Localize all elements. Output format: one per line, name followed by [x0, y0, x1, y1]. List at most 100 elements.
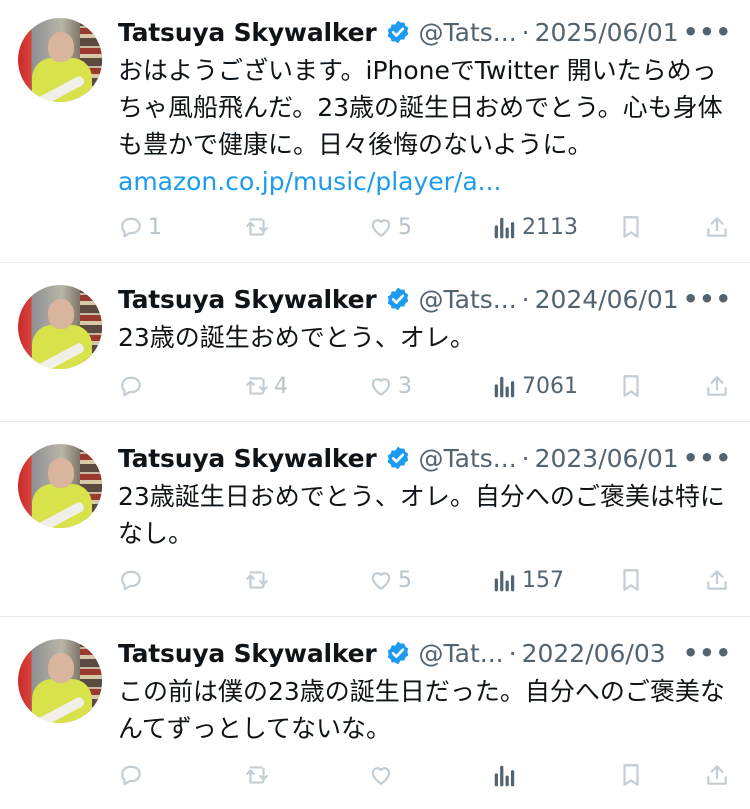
verified-badge-icon	[387, 641, 408, 665]
views-icon	[494, 765, 515, 787]
retweet-icon	[246, 377, 268, 395]
author-name[interactable]: Tatsuya Skywalker	[118, 444, 377, 473]
tweet-date[interactable]: 2023/06/01	[535, 444, 679, 473]
views-count: 7061	[522, 373, 578, 399]
bookmark-icon	[623, 764, 639, 786]
like-count: 5	[398, 567, 412, 593]
bookmark-icon	[623, 375, 639, 397]
bookmark-button[interactable]	[618, 212, 644, 242]
avatar[interactable]	[18, 18, 102, 102]
retweet-count: 4	[274, 373, 288, 399]
reply-count: 1	[148, 214, 162, 240]
tweet-header: Tatsuya Skywalker @Tats... · 2023/06/01 …	[118, 440, 732, 476]
avatar-head	[48, 458, 74, 488]
reply-button[interactable]	[118, 760, 148, 790]
like-button[interactable]: 5	[368, 212, 412, 242]
reply-icon	[121, 217, 141, 238]
like-count: 3	[398, 373, 412, 399]
tweet[interactable]: Tatsuya Skywalker @Tats... · 2024/06/01 …	[0, 263, 750, 421]
tweet-text-block: 23歳の誕生おめでとう、オレ。	[118, 319, 734, 356]
tweet-actions: 4 3 7061	[118, 371, 732, 401]
tweet-text: おはようございます。iPhoneでTwitter 開いたらめっちゃ風船飛んだ。2…	[118, 56, 723, 159]
more-icon[interactable]: •••	[683, 287, 732, 311]
retweet-button[interactable]	[244, 212, 274, 242]
tweet[interactable]: Tatsuya Skywalker @Tats... · 2023/06/01 …	[0, 422, 750, 616]
reply-icon	[121, 570, 141, 591]
share-button[interactable]	[704, 565, 730, 595]
reply-button[interactable]: 1	[118, 212, 162, 242]
more-icon[interactable]: •••	[683, 20, 732, 44]
heart-icon	[371, 219, 391, 237]
author-handle[interactable]: @Tats...	[419, 444, 517, 473]
retweet-icon	[246, 571, 268, 589]
author-handle[interactable]: @Tat...	[419, 639, 504, 668]
views-button[interactable]: 7061	[492, 371, 578, 401]
bookmark-button[interactable]	[618, 565, 644, 595]
views-count: 2113	[522, 214, 578, 240]
tweet-header: Tatsuya Skywalker @Tats... · 2024/06/01 …	[118, 281, 732, 317]
like-button[interactable]: 3	[368, 371, 412, 401]
verified-badge-icon	[387, 446, 408, 470]
reply-button[interactable]	[118, 565, 148, 595]
retweet-button[interactable]	[244, 565, 274, 595]
reply-icon	[121, 765, 141, 786]
views-icon	[494, 376, 515, 398]
verified-badge-icon	[387, 287, 408, 311]
bookmark-icon	[623, 216, 639, 238]
tweet-date[interactable]: 2025/06/01	[535, 18, 679, 47]
like-button[interactable]: 5	[368, 565, 412, 595]
share-button[interactable]	[704, 212, 730, 242]
tweet-actions: 1 5 2113	[118, 212, 732, 242]
share-button[interactable]	[704, 371, 730, 401]
share-icon	[707, 376, 727, 396]
retweet-button[interactable]	[244, 760, 274, 790]
avatar-head	[48, 299, 74, 329]
like-count: 5	[398, 214, 412, 240]
retweet-icon	[246, 218, 268, 236]
views-button[interactable]: 157	[492, 565, 564, 595]
tweet-text: 23歳の誕生おめでとう、オレ。	[118, 323, 475, 352]
reply-icon	[121, 376, 141, 397]
views-icon	[494, 217, 515, 239]
views-icon	[494, 570, 515, 592]
tweet-text-block: 23歳誕生日おめでとう、オレ。自分へのご褒美は特になし。	[118, 478, 734, 552]
views-button[interactable]: 2113	[492, 212, 578, 242]
tweet-date[interactable]: 2024/06/01	[535, 285, 679, 314]
avatar[interactable]	[18, 444, 102, 528]
retweet-icon	[246, 766, 268, 784]
tweet-text: 23歳誕生日おめでとう、オレ。自分へのご褒美は特になし。	[118, 482, 725, 548]
like-button[interactable]	[368, 760, 398, 790]
reply-button[interactable]	[118, 371, 148, 401]
separator: ·	[521, 443, 530, 473]
share-button[interactable]	[704, 760, 730, 790]
tweet-header: Tatsuya Skywalker @Tats... · 2025/06/01 …	[118, 14, 732, 50]
author-name[interactable]: Tatsuya Skywalker	[118, 639, 377, 668]
heart-icon	[371, 378, 391, 396]
tweet-header: Tatsuya Skywalker @Tat... · 2022/06/03 •…	[118, 635, 732, 671]
views-button[interactable]	[492, 760, 522, 790]
avatar[interactable]	[18, 285, 102, 369]
more-icon[interactable]: •••	[683, 446, 732, 470]
author-name[interactable]: Tatsuya Skywalker	[118, 285, 377, 314]
avatar[interactable]	[18, 639, 102, 723]
tweet[interactable]: Tatsuya Skywalker @Tat... · 2022/06/03 •…	[0, 617, 750, 809]
bookmark-icon	[623, 569, 639, 591]
tweet-actions: 5 157	[118, 565, 732, 595]
retweet-button[interactable]: 4	[244, 371, 288, 401]
share-icon	[707, 570, 727, 590]
tweet-date[interactable]: 2022/06/03	[522, 639, 666, 668]
avatar-head	[48, 32, 74, 62]
author-handle[interactable]: @Tats...	[419, 18, 517, 47]
bookmark-button[interactable]	[618, 760, 644, 790]
author-handle[interactable]: @Tats...	[419, 285, 517, 314]
avatar-head	[48, 653, 74, 683]
author-name[interactable]: Tatsuya Skywalker	[118, 18, 377, 47]
bookmark-button[interactable]	[618, 371, 644, 401]
heart-icon	[371, 767, 391, 785]
tweet[interactable]: Tatsuya Skywalker @Tats... · 2025/06/01 …	[0, 0, 750, 262]
separator: ·	[508, 638, 517, 668]
tweet-link[interactable]: amazon.co.jp/music/player/a...	[118, 163, 734, 200]
more-icon[interactable]: •••	[683, 641, 732, 665]
share-icon	[707, 217, 727, 237]
tweet-text-block: おはようございます。iPhoneでTwitter 開いたらめっちゃ風船飛んだ。2…	[118, 52, 734, 200]
